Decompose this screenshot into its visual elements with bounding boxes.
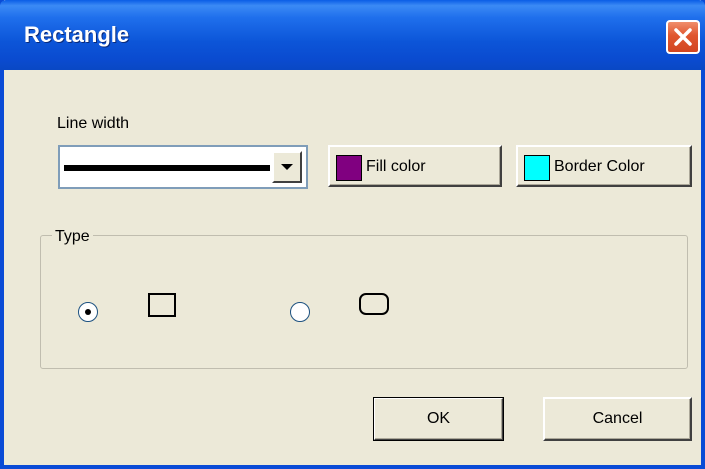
fill-color-button[interactable]: Fill color <box>328 145 502 187</box>
border-color-swatch <box>524 155 550 181</box>
close-button[interactable] <box>666 20 700 54</box>
line-width-dropdown[interactable] <box>58 145 308 189</box>
rectangle-shape-icon <box>148 293 176 317</box>
ok-button[interactable]: OK <box>373 397 504 441</box>
cancel-button[interactable]: Cancel <box>543 397 692 441</box>
radio-rectangle[interactable] <box>78 302 98 322</box>
radio-rounded-rectangle[interactable] <box>290 302 310 322</box>
border-color-button[interactable]: Border Color <box>516 145 692 187</box>
line-width-label: Line width <box>57 115 130 132</box>
close-icon <box>674 28 692 46</box>
line-width-preview <box>64 165 270 171</box>
fill-color-swatch <box>336 155 362 181</box>
radio-selected-dot <box>85 309 91 315</box>
window-title: Rectangle <box>24 22 130 47</box>
ok-label: OK <box>426 410 451 427</box>
title-bar[interactable]: Rectangle <box>0 0 705 70</box>
rounded-rectangle-shape-icon <box>359 293 389 315</box>
border-color-label: Border Color <box>554 158 645 175</box>
dropdown-arrow-icon[interactable] <box>272 151 302 183</box>
cancel-label: Cancel <box>592 410 643 427</box>
fill-color-label: Fill color <box>366 158 426 175</box>
type-group-label: Type <box>52 228 93 246</box>
